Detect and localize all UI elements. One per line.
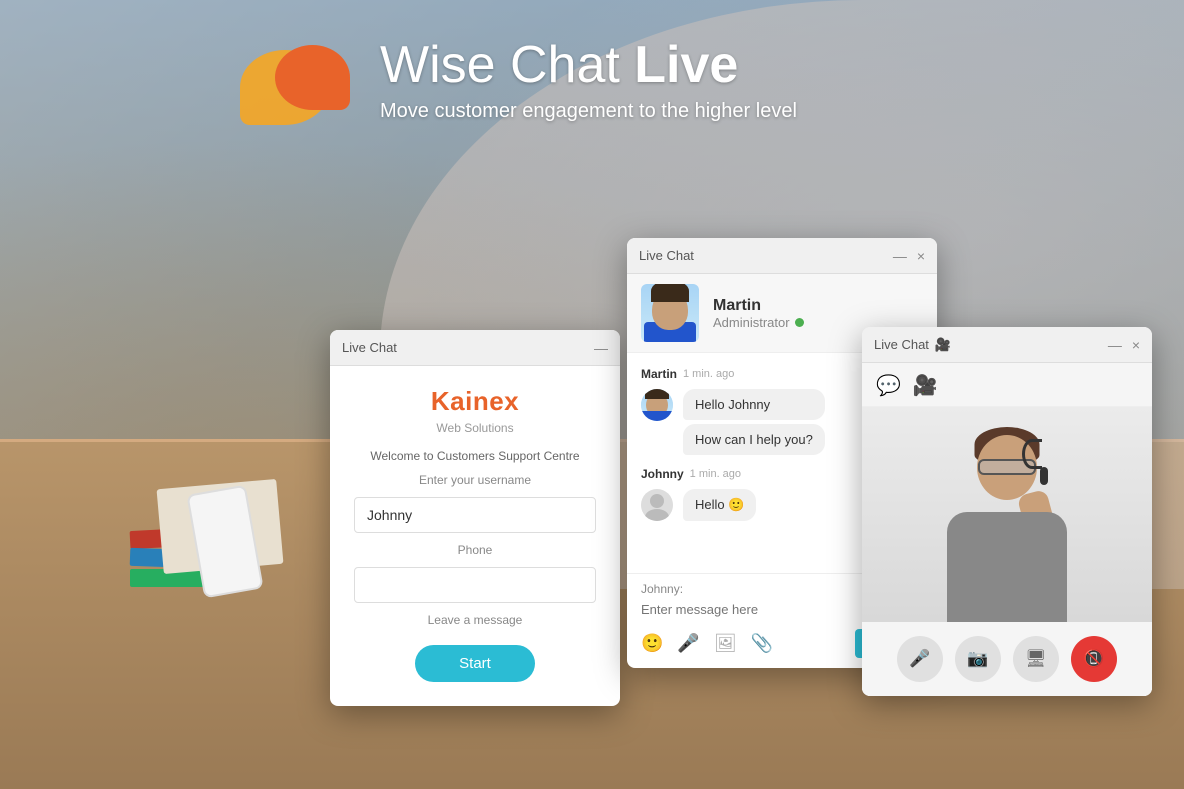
agent-status: Administrator [713, 315, 804, 330]
video-window-controls: — × [1108, 338, 1140, 352]
video-title-text: Live Chat [874, 337, 929, 352]
emoji-button[interactable]: 🙂 [641, 633, 663, 654]
image-button[interactable]: 🖼 [714, 633, 737, 654]
hero-title: Wise Chat Live [380, 37, 797, 94]
operator-video-feed [862, 407, 1152, 622]
martin-msg-time: 1 min. ago [683, 368, 734, 380]
op-body [947, 512, 1067, 622]
video-preview [862, 407, 1152, 622]
video-window: Live Chat 🎥 — × 💬 🎥 [862, 327, 1152, 696]
screen-share-button[interactable]: 🖥 [1013, 636, 1059, 682]
brand-name: Kainex [431, 386, 519, 417]
login-window-title: Live Chat [342, 340, 397, 355]
op-mic-icon [1040, 467, 1048, 485]
mute-video-icon: 📷 [967, 649, 988, 669]
chat-window-controls: — × [893, 249, 925, 263]
video-controls: 🎤 📷 🖥 📵 [862, 622, 1152, 696]
phone-input[interactable] [354, 567, 596, 603]
video-camera-icon: 🎥 [935, 337, 951, 353]
hero-section: Wise Chat Live Move customer engagement … [0, 0, 1184, 160]
martin-msg-1: Hello Johnny [683, 389, 825, 420]
logo [240, 25, 370, 135]
hero-title-normal: Wise Chat [380, 36, 634, 94]
video-close-button[interactable]: × [1132, 338, 1140, 352]
video-body: 💬 🎥 🎤 📷 🖥 [862, 363, 1152, 696]
username-label: Enter your username [354, 473, 596, 487]
login-window-controls: — [594, 341, 608, 355]
johnny-sender-name: Johnny [641, 467, 684, 481]
johnny-msg-avatar [641, 489, 673, 521]
op-headset-icon [1022, 439, 1042, 469]
chat-titlebar: Live Chat — × [627, 238, 937, 274]
hero-title-bold: Live [634, 36, 738, 94]
chat-window-title: Live Chat [639, 248, 694, 263]
chat-icon-group: 🙂 🎤 🖼 📎 [641, 633, 773, 654]
login-titlebar: Live Chat — [330, 330, 620, 366]
message-label: Leave a message [354, 613, 596, 627]
agent-name: Martin [713, 297, 804, 315]
avatar-hair [651, 284, 689, 302]
martin-msg-avatar [641, 389, 673, 421]
video-minimize-button[interactable]: — [1108, 338, 1122, 352]
martin-avatar [641, 284, 699, 342]
mic-button[interactable]: 🎤 [677, 633, 699, 654]
martin-msg-2: How can I help you? [683, 424, 825, 455]
attach-button[interactable]: 📎 [751, 633, 773, 654]
video-tabs: 💬 🎥 [862, 363, 1152, 407]
agent-info: Martin Administrator [713, 297, 804, 330]
agent-avatar [641, 284, 699, 342]
mute-mic-button[interactable]: 🎤 [897, 636, 943, 682]
johnny-msg-time: 1 min. ago [690, 468, 741, 480]
mute-mic-icon: 🎤 [909, 649, 930, 669]
johnny-msg-1: Hello 🙂 [683, 489, 756, 521]
bubble-front-icon [275, 45, 350, 110]
martin-sender-name: Martin [641, 367, 677, 381]
username-input[interactable] [354, 497, 596, 533]
agent-role: Administrator [713, 315, 790, 330]
chat-minimize-button[interactable]: — [893, 249, 907, 263]
hero-text: Wise Chat Live Move customer engagement … [370, 37, 797, 123]
end-call-button[interactable]: 📵 [1071, 636, 1117, 682]
tab-video[interactable]: 🎥 [913, 373, 938, 398]
login-minimize-button[interactable]: — [594, 341, 608, 355]
default-avatar-icon [641, 489, 673, 521]
login-window: Live Chat — Kainex Web Solutions Welcome… [330, 330, 620, 706]
status-dot-icon [795, 318, 804, 327]
video-window-title: Live Chat 🎥 [874, 337, 951, 353]
tab-chat[interactable]: 💬 [876, 373, 901, 398]
chat-close-button[interactable]: × [917, 249, 925, 263]
martin-messages: Hello Johnny How can I help you? [683, 389, 825, 455]
login-body: Kainex Web Solutions Welcome to Customer… [330, 366, 620, 706]
end-call-icon: 📵 [1083, 649, 1104, 669]
welcome-text: Welcome to Customers Support Centre [370, 449, 579, 463]
mute-video-button[interactable]: 📷 [955, 636, 1001, 682]
phone-label: Phone [354, 543, 596, 557]
screen-share-icon: 🖥 [1025, 649, 1047, 669]
start-button[interactable]: Start [415, 645, 535, 682]
hero-subtitle: Move customer engagement to the higher l… [380, 100, 797, 123]
video-titlebar: Live Chat 🎥 — × [862, 327, 1152, 363]
brand-subtitle: Web Solutions [436, 421, 513, 435]
